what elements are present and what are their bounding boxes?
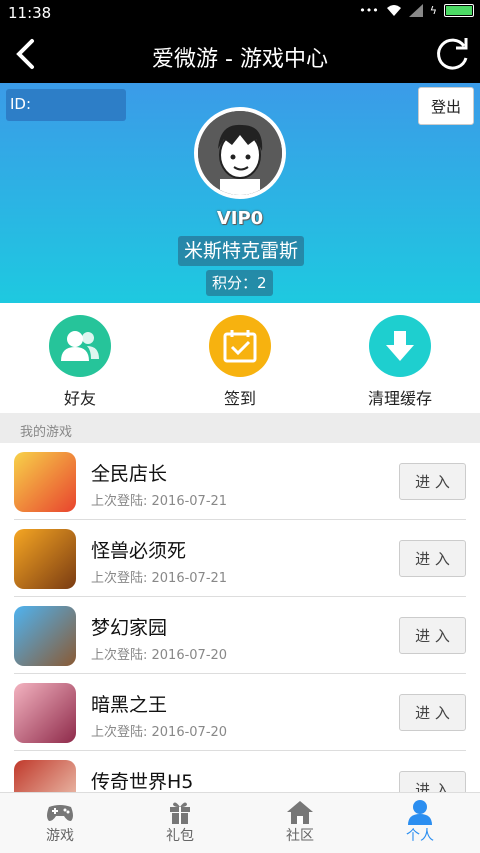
list-item[interactable]: 怪兽必须死 上次登陆: 2016-07-21 进 入 bbox=[0, 520, 480, 597]
enter-button[interactable]: 进 入 bbox=[399, 771, 466, 792]
status-icons: ••• ϟ bbox=[359, 4, 474, 17]
title-bar: 爱微游 - 游戏中心 bbox=[0, 26, 480, 83]
page-title: 爱微游 - 游戏中心 bbox=[152, 47, 328, 72]
vip-badge: VIP0 bbox=[216, 208, 264, 229]
game-icon-chuanqi bbox=[14, 760, 76, 792]
game-icon-menghuan bbox=[14, 606, 76, 666]
checkin-icon bbox=[209, 315, 271, 377]
clear-cache-label: 清理缓存 bbox=[367, 389, 432, 408]
person-icon bbox=[408, 800, 432, 825]
tab-label: 游戏 bbox=[46, 828, 74, 844]
tab-personal[interactable]: 个人 bbox=[360, 793, 480, 853]
game-name: 全民店长 bbox=[91, 463, 168, 485]
game-name: 怪兽必须死 bbox=[91, 540, 187, 562]
battery-icon bbox=[444, 4, 474, 17]
profile-header: ID: 登出 VIP0 米斯特克雷斯 积分：2 bbox=[0, 83, 480, 303]
download-icon bbox=[369, 315, 431, 377]
tab-games[interactable]: 游戏 bbox=[0, 793, 120, 853]
game-icon-anhei bbox=[14, 683, 76, 743]
game-last-login: 上次登陆: 2016-07-21 bbox=[91, 571, 228, 586]
checkin-label: 签到 bbox=[223, 389, 256, 408]
game-list: 全民店长 上次登陆: 2016-07-21 进 入 怪兽必须死 上次登陆: 20… bbox=[0, 443, 480, 792]
avatar-image bbox=[198, 111, 282, 195]
game-last-login: 上次登陆: 2016-07-20 bbox=[91, 725, 228, 740]
friends-icon bbox=[49, 315, 111, 377]
refresh-icon[interactable] bbox=[432, 34, 472, 74]
list-item[interactable]: 传奇世界H5 进 入 bbox=[0, 751, 480, 792]
enter-button[interactable]: 进 入 bbox=[399, 463, 466, 500]
game-last-login: 上次登陆: 2016-07-21 bbox=[91, 494, 228, 509]
clear-cache-action[interactable]: 清理缓存 bbox=[320, 303, 480, 413]
checkin-action[interactable]: 签到 bbox=[160, 303, 320, 413]
avatar[interactable] bbox=[194, 107, 286, 199]
tab-label: 礼包 bbox=[166, 828, 194, 844]
user-id-box: ID: bbox=[6, 89, 126, 121]
username: 米斯特克雷斯 bbox=[178, 236, 305, 266]
quick-actions: 好友 签到 清理缓存 bbox=[0, 303, 480, 413]
game-icon-quanmin bbox=[14, 452, 76, 512]
logout-button[interactable]: 登出 bbox=[418, 87, 474, 125]
tab-gifts[interactable]: 礼包 bbox=[120, 793, 240, 853]
tab-label: 社区 bbox=[286, 828, 314, 844]
enter-button[interactable]: 进 入 bbox=[399, 617, 466, 654]
status-time: 11:38 bbox=[8, 4, 52, 22]
my-games-header: 我的游戏 bbox=[0, 413, 480, 443]
signal-icon bbox=[408, 4, 423, 17]
enter-button[interactable]: 进 入 bbox=[399, 694, 466, 731]
points: 积分：2 bbox=[206, 270, 273, 296]
list-item[interactable]: 全民店长 上次登陆: 2016-07-21 进 入 bbox=[0, 443, 480, 520]
game-name: 暗黑之王 bbox=[91, 694, 168, 716]
list-item[interactable]: 暗黑之王 上次登陆: 2016-07-20 进 入 bbox=[0, 674, 480, 751]
friends-label: 好友 bbox=[63, 389, 96, 408]
bottom-tab-bar: 游戏 礼包 社区 个人 bbox=[0, 792, 480, 853]
enter-button[interactable]: 进 入 bbox=[399, 540, 466, 577]
gamepad-icon bbox=[47, 805, 73, 821]
list-item[interactable]: 梦幻家园 上次登陆: 2016-07-20 进 入 bbox=[0, 597, 480, 674]
friends-action[interactable]: 好友 bbox=[0, 303, 160, 413]
game-name: 梦幻家园 bbox=[91, 617, 168, 639]
tab-community[interactable]: 社区 bbox=[240, 793, 360, 853]
dots-icon: ••• bbox=[359, 4, 379, 17]
game-name: 传奇世界H5 bbox=[91, 771, 194, 792]
user-id-label: ID: bbox=[10, 95, 32, 113]
status-bar: 11:38 ••• ϟ bbox=[0, 0, 480, 26]
home-icon bbox=[287, 801, 313, 824]
tab-label: 个人 bbox=[406, 828, 434, 844]
wifi-icon bbox=[386, 5, 401, 16]
game-icon-guaishou bbox=[14, 529, 76, 589]
game-last-login: 上次登陆: 2016-07-20 bbox=[91, 648, 228, 663]
gift-icon bbox=[170, 802, 190, 824]
charging-icon: ϟ bbox=[429, 4, 437, 17]
